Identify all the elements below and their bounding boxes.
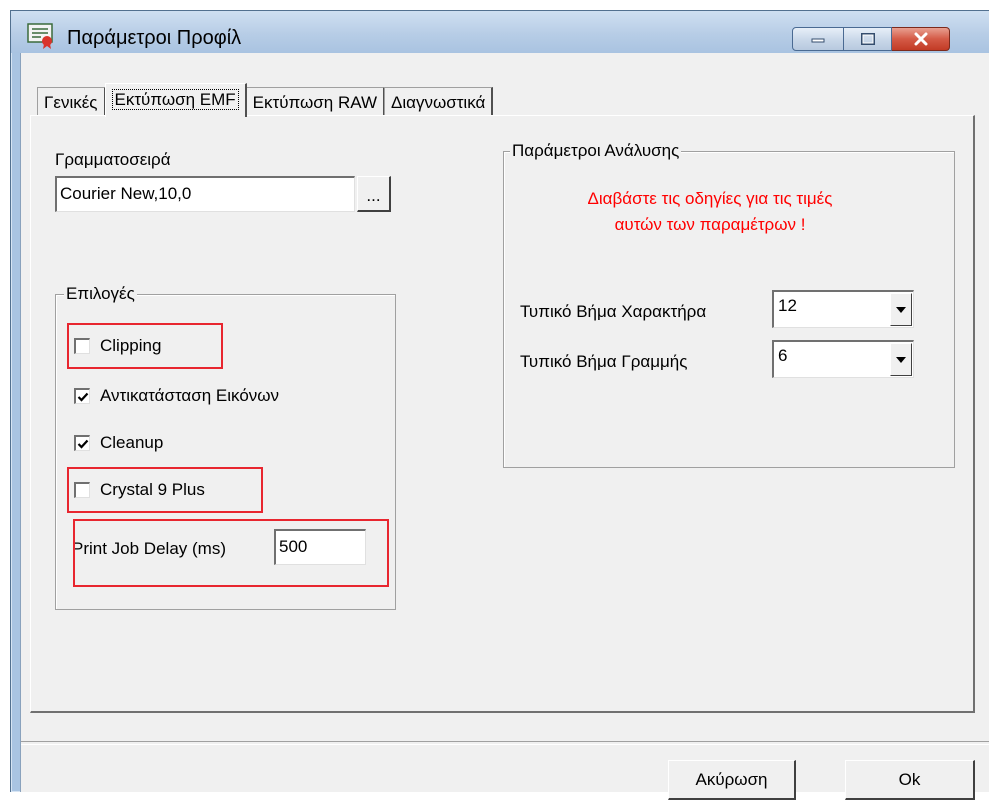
dropdown-arrow-icon <box>896 356 906 363</box>
cancel-button[interactable]: Ακύρωση <box>668 760 796 800</box>
line-pitch-select[interactable]: 6 <box>772 340 914 378</box>
tab-emf-print[interactable]: Εκτύπωση EMF <box>104 83 247 117</box>
cleanup-checkbox-row[interactable]: Cleanup <box>74 432 163 454</box>
char-pitch-value: 12 <box>778 296 797 315</box>
line-pitch-label: Τυπικό Βήμα Γραμμής <box>520 352 688 371</box>
tab-diagnostics[interactable]: Διαγνωστικά <box>383 87 494 117</box>
tab-general[interactable]: Γενικές <box>37 87 106 117</box>
checkmark-icon <box>77 439 88 449</box>
certificate-icon <box>27 23 53 49</box>
window-title: Παράμετροι Προφίλ <box>67 27 242 49</box>
maximize-button[interactable] <box>844 27 892 51</box>
highlight-crystal-9-plus <box>67 467 263 513</box>
browse-font-button[interactable]: ... <box>357 176 391 212</box>
maximize-icon <box>860 33 875 45</box>
close-icon <box>914 32 927 46</box>
line-pitch-dropdown-button[interactable] <box>890 343 912 376</box>
options-group-title: Επιλογές <box>64 284 137 304</box>
tab-emf-print-label: Εκτύπωση EMF <box>111 89 239 110</box>
analysis-warning-line-2: αυτών των παραμέτρων ! <box>614 215 806 234</box>
analysis-warning-line-1: Διαβάστε τις οδηγίες για τις τιμές <box>587 189 833 208</box>
close-button[interactable] <box>892 27 950 51</box>
tab-raw-print[interactable]: Εκτύπωση RAW <box>245 87 385 117</box>
dialog-client-area: Γενικές Εκτύπωση EMF Εκτύπωση RAW Διαγνω… <box>20 53 989 800</box>
cleanup-label: Cleanup <box>100 433 164 452</box>
ok-button[interactable]: Ok <box>845 760 975 800</box>
font-field[interactable]: Courier New,10,0 <box>55 176 355 212</box>
dropdown-arrow-icon <box>896 306 906 313</box>
char-pitch-select[interactable]: 12 <box>772 290 914 328</box>
font-label: Γραμματοσειρά <box>55 150 171 169</box>
analysis-group-title: Παράμετροι Ανάλυσης <box>510 141 682 161</box>
analysis-group: Παράμετροι Ανάλυσης Διαβάστε τις οδηγίες… <box>503 141 955 468</box>
caption-buttons <box>792 27 950 53</box>
checkmark-icon <box>77 392 88 402</box>
replace-images-label: Αντικατάσταση Εικόνων <box>100 386 280 405</box>
title-bar[interactable]: Παράμετροι Προφίλ <box>11 11 989 53</box>
footer-separator <box>21 741 989 745</box>
tab-diagnostics-label: Διαγνωστικά <box>390 93 486 112</box>
dialog-window: Παράμετροι Προφίλ Γενικές Εκτύπωση EMF Ε… <box>10 10 989 800</box>
cleanup-checkbox[interactable] <box>74 435 90 451</box>
tab-strip: Γενικές Εκτύπωση EMF Εκτύπωση RAW Διαγνω… <box>37 83 494 117</box>
highlight-clipping <box>67 323 223 369</box>
tab-general-label: Γενικές <box>44 93 98 112</box>
tab-raw-print-label: Εκτύπωση RAW <box>252 93 377 112</box>
highlight-print-job-delay <box>73 519 389 587</box>
char-pitch-dropdown-button[interactable] <box>890 293 912 326</box>
line-pitch-value: 6 <box>778 346 788 365</box>
minimize-button[interactable] <box>792 27 844 51</box>
replace-images-checkbox-row[interactable]: Αντικατάσταση Εικόνων <box>74 385 279 407</box>
tab-panel-emf: Γραμματοσειρά Courier New,10,0 ... Επιλο… <box>30 115 975 713</box>
replace-images-checkbox[interactable] <box>74 388 90 404</box>
char-pitch-label: Τυπικό Βήμα Χαρακτήρα <box>520 302 707 321</box>
minimize-icon <box>811 38 825 43</box>
